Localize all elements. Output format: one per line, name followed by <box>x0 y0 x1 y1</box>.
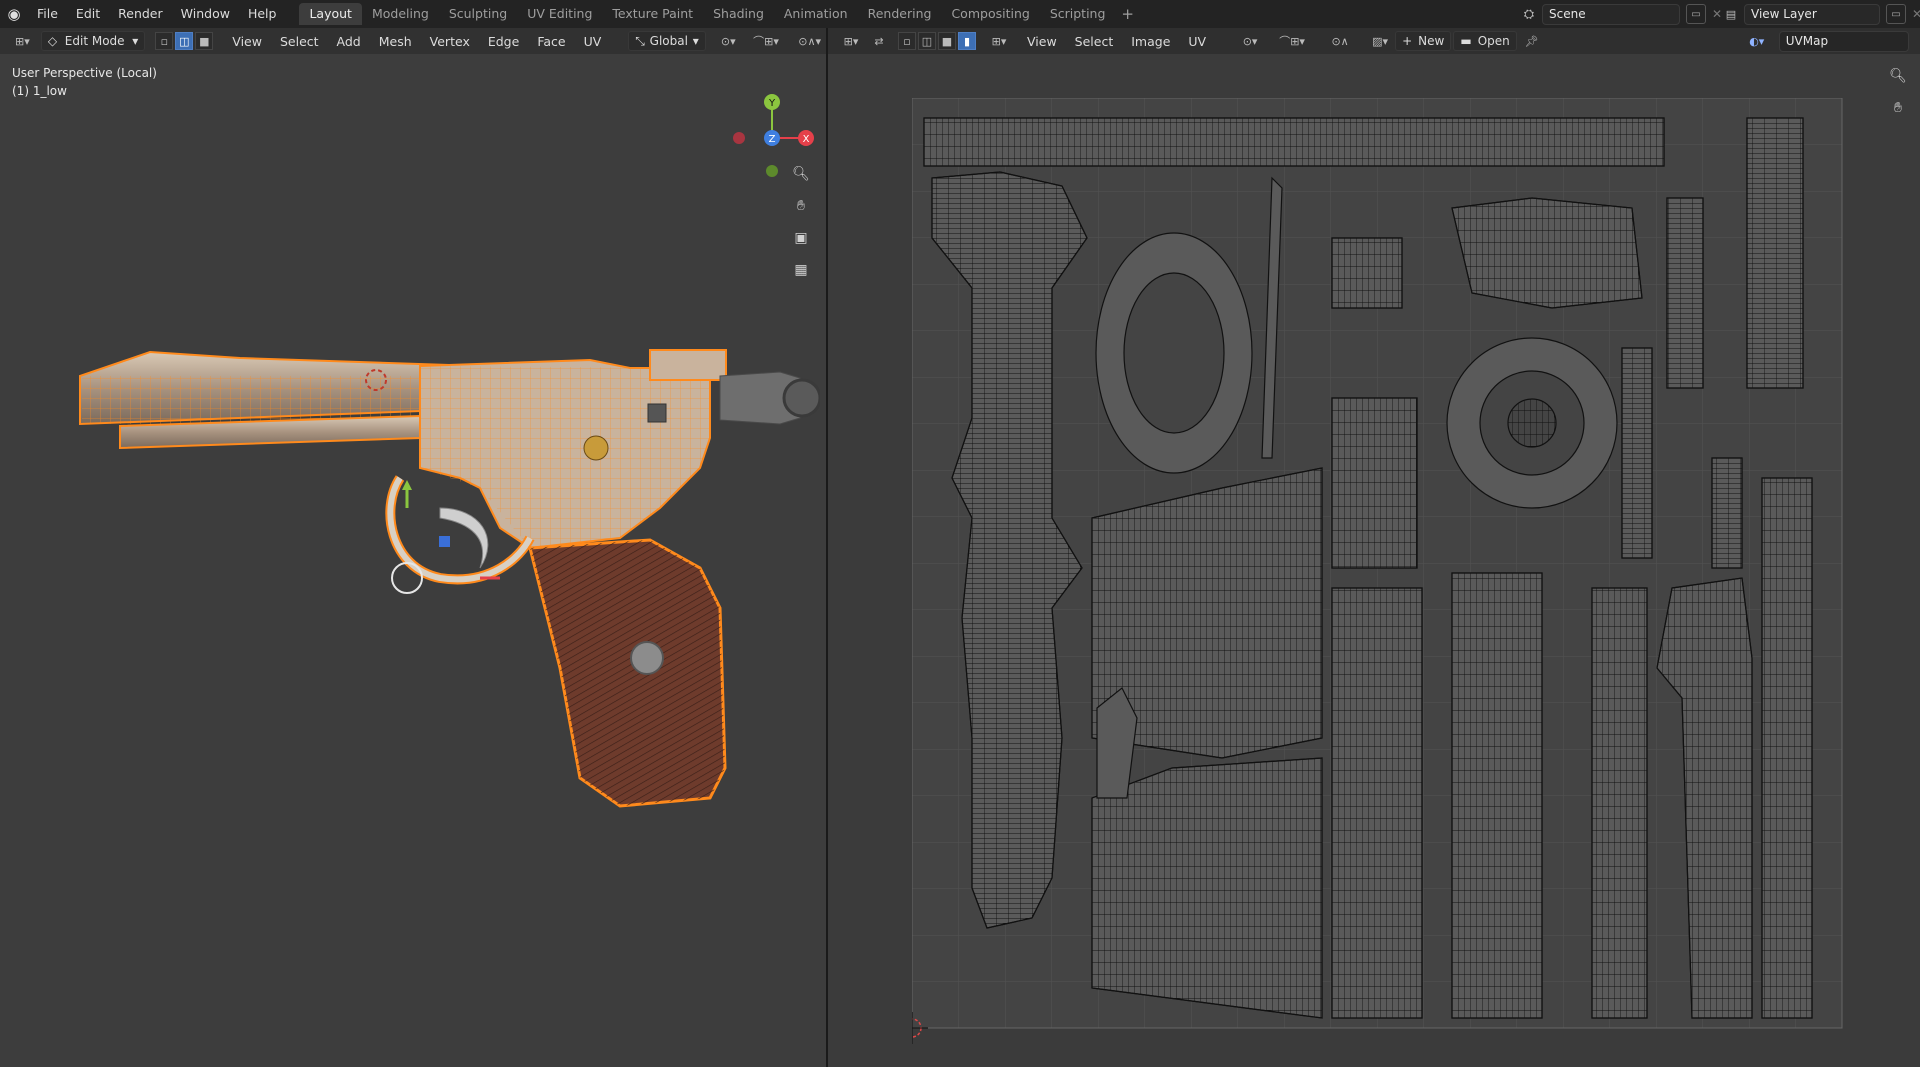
tab-uv-editing[interactable]: UV Editing <box>517 3 602 25</box>
open-image-label: Open <box>1477 34 1510 48</box>
open-image-button[interactable]: ▬ Open <box>1453 31 1517 51</box>
orientation-dropdown[interactable]: ⤡ Global ▾ <box>628 31 706 51</box>
chevron-down-icon: ▾ <box>692 34 699 48</box>
scene-field[interactable]: Scene <box>1542 3 1680 25</box>
menu-help[interactable]: Help <box>239 0 286 28</box>
new-image-label: New <box>1418 34 1445 48</box>
perspective-label: User Perspective (Local) <box>12 66 157 80</box>
scene-selector: ⛭ Scene ▭ ✕ <box>1518 3 1722 25</box>
blender-logo-icon[interactable]: ◉ <box>0 0 28 28</box>
uv-pan-hand-icon[interactable]: ✋︎ <box>1886 96 1910 120</box>
menu-edit[interactable]: Edit <box>67 0 109 28</box>
sync-selection-icon[interactable]: ⇄ <box>870 32 888 50</box>
mode-dropdown[interactable]: ◇ Edit Mode ▾ <box>40 31 146 51</box>
pan-hand-icon[interactable]: ✋︎ <box>789 194 813 218</box>
remove-view-layer-icon[interactable]: ✕ <box>1912 7 1920 21</box>
gizmo-y-label: Y <box>768 98 776 109</box>
folder-icon: ▬ <box>1460 34 1472 48</box>
scene-icon[interactable]: ⛭ <box>1520 5 1538 23</box>
pin-icon[interactable]: 📌︎ <box>1523 32 1541 50</box>
tab-shading[interactable]: Shading <box>703 3 774 25</box>
perspective-toggle-icon[interactable]: ▦ <box>789 258 813 282</box>
tab-layout[interactable]: Layout <box>299 3 362 25</box>
uv-proportional-icon[interactable]: ⊙∧ <box>1323 32 1357 50</box>
object-label: (1) 1_low <box>12 84 67 98</box>
view-layer-icon[interactable]: ▤ <box>1722 5 1740 23</box>
uv-zoom-icon[interactable]: 🔍︎ <box>1886 64 1910 88</box>
vp-menu-mesh[interactable]: Mesh <box>370 34 421 49</box>
tab-modeling[interactable]: Modeling <box>362 3 439 25</box>
vp-menu-uv[interactable]: UV <box>575 34 611 49</box>
uv-menu-image[interactable]: Image <box>1122 34 1179 49</box>
uv-menu-select[interactable]: Select <box>1066 34 1123 49</box>
orientation-label: Global <box>649 34 688 48</box>
face-select-icon[interactable]: ■ <box>195 32 214 50</box>
vertex-select-icon[interactable]: ▫ <box>155 32 174 50</box>
uv-vertex-select-icon[interactable]: ▫ <box>898 32 916 50</box>
workspace-tabs: Layout Modeling Sculpting UV Editing Tex… <box>299 0 1140 28</box>
uv-canvas[interactable] <box>912 98 1852 1058</box>
new-scene-icon[interactable]: ▭ <box>1686 4 1706 24</box>
gizmo-x-label: X <box>803 134 810 145</box>
top-bar: ◉ File Edit Render Window Help Layout Mo… <box>0 0 1920 28</box>
transform-circle[interactable] <box>391 562 423 594</box>
edge-select-icon[interactable]: ◫ <box>175 32 194 50</box>
uv-select-mode-group: ▫ ◫ ■ ▮ <box>896 32 976 50</box>
uv-editor-type-icon[interactable]: ⊞▾ <box>836 32 866 50</box>
sticky-select-icon[interactable]: ⊞▾ <box>986 32 1012 50</box>
tab-sculpting[interactable]: Sculpting <box>439 3 517 25</box>
view-layer-selector: ▤ View Layer ▭ ✕ <box>1720 3 1920 25</box>
menu-window[interactable]: Window <box>172 0 239 28</box>
overlay-icon[interactable]: ◐▾ <box>1741 32 1773 50</box>
uv-snap-icon[interactable]: ⌒⊞▾ <box>1269 32 1315 50</box>
tab-scripting[interactable]: Scripting <box>1040 3 1116 25</box>
uv-menu-uv[interactable]: UV <box>1179 34 1215 49</box>
view-layer-field[interactable]: View Layer <box>1744 3 1880 25</box>
vp-menu-edge[interactable]: Edge <box>479 34 528 49</box>
uv-face-select-icon[interactable]: ■ <box>938 32 956 50</box>
uv-pivot-icon[interactable]: ⊙▾ <box>1237 32 1263 50</box>
edit-mode-icon: ◇ <box>47 34 58 48</box>
image-browse-icon[interactable]: ▨▾ <box>1367 32 1393 50</box>
new-view-layer-icon[interactable]: ▭ <box>1886 4 1906 24</box>
pivot-point <box>439 536 450 547</box>
snap-icon[interactable]: ⌒⊞▾ <box>747 32 785 50</box>
add-workspace-icon[interactable]: + <box>1115 5 1140 23</box>
gizmo-z-label: Z <box>769 134 776 145</box>
orientation-icon: ⤡ <box>635 33 645 48</box>
proportional-edit-icon[interactable]: ⊙∧▾ <box>793 32 826 50</box>
tab-animation[interactable]: Animation <box>774 3 858 25</box>
tab-rendering[interactable]: Rendering <box>858 3 942 25</box>
vp-menu-view[interactable]: View <box>223 34 271 49</box>
menu-render[interactable]: Render <box>109 0 172 28</box>
vp-menu-select[interactable]: Select <box>271 34 328 49</box>
uv-editor[interactable]: ⊞▾ ⇄ ▫ ◫ ■ ▮ ⊞▾ View Select Image UV ⊙▾ … <box>828 28 1920 1067</box>
viewport-info: User Perspective (Local) (1) 1_low <box>12 64 157 100</box>
vp-menu-vertex[interactable]: Vertex <box>421 34 479 49</box>
uv-edge-select-icon[interactable]: ◫ <box>918 32 936 50</box>
viewport-header: ⊞▾ ◇ Edit Mode ▾ ▫ ◫ ■ View Select Add M… <box>0 28 826 54</box>
main-menu: File Edit Render Window Help <box>28 0 285 28</box>
editor-type-icon[interactable]: ⊞▾ <box>8 32 37 50</box>
select-mode-group: ▫ ◫ ■ <box>153 32 214 50</box>
gun-model[interactable] <box>60 308 820 828</box>
plus-icon: + <box>1402 34 1413 48</box>
uv-header: ⊞▾ ⇄ ▫ ◫ ■ ▮ ⊞▾ View Select Image UV ⊙▾ … <box>828 28 1920 54</box>
zoom-icon[interactable]: 🔍︎ <box>789 162 813 186</box>
3d-viewport[interactable]: ⊞▾ ◇ Edit Mode ▾ ▫ ◫ ■ View Select Add M… <box>0 28 826 1067</box>
uvmap-field[interactable]: UVMap <box>1778 30 1909 52</box>
menu-file[interactable]: File <box>28 0 67 28</box>
tab-texture-paint[interactable]: Texture Paint <box>602 3 703 25</box>
camera-view-icon[interactable]: ▣ <box>789 226 813 250</box>
chevron-down-icon: ▾ <box>132 34 139 48</box>
vp-menu-add[interactable]: Add <box>328 34 370 49</box>
mode-label: Edit Mode <box>64 34 125 48</box>
tab-compositing[interactable]: Compositing <box>941 3 1039 25</box>
uv-island-select-icon[interactable]: ▮ <box>958 32 976 50</box>
new-image-button[interactable]: + New <box>1395 31 1452 51</box>
vp-menu-face[interactable]: Face <box>528 34 574 49</box>
pivot-icon[interactable]: ⊙▾ <box>716 32 741 50</box>
uv-menu-view[interactable]: View <box>1018 34 1066 49</box>
